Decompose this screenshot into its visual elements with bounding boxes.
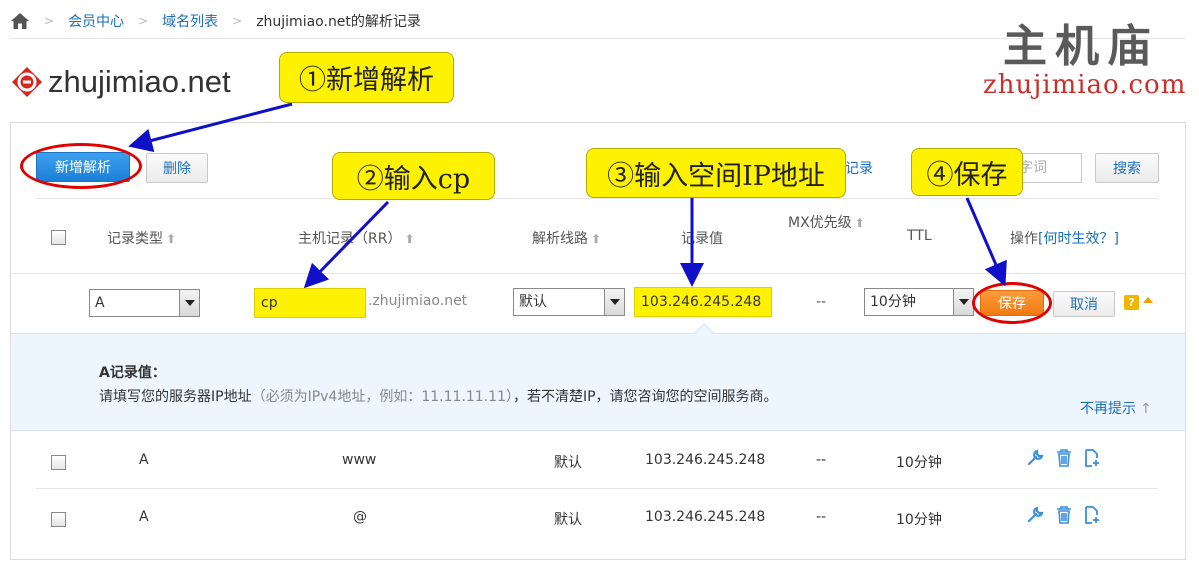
annotation-step3: ③输入空间IP地址 — [586, 148, 846, 198]
arrow-step1 — [128, 102, 293, 153]
annotation-step4: ④保存 — [911, 148, 1023, 196]
arrow-step4 — [965, 197, 1007, 287]
annotation-step1: ①新增解析 — [279, 52, 454, 103]
annotation-step2: ②输入cp — [332, 152, 495, 200]
arrow-step2 — [303, 200, 390, 289]
annotation-arrows — [128, 102, 1007, 289]
